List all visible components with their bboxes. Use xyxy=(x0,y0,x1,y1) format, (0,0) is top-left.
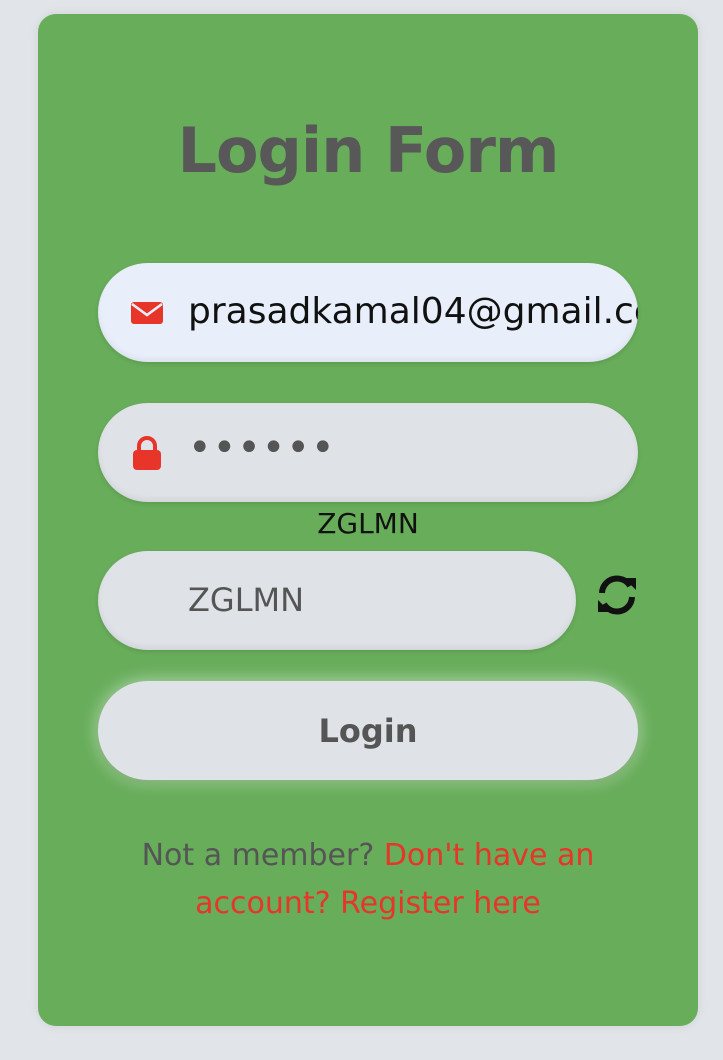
email-value: prasadkamal04@gmail.com xyxy=(188,291,638,332)
envelope-icon xyxy=(131,302,163,324)
password-field[interactable]: •••••• xyxy=(98,403,638,502)
lock-icon xyxy=(133,436,161,470)
captcha-code: ZGLMN xyxy=(317,507,419,540)
captcha-input-value: ZGLMN xyxy=(188,581,305,619)
captcha-input[interactable]: ZGLMN xyxy=(98,551,576,650)
login-card: Login Form prasadkamal04@gmail.com •••••… xyxy=(38,14,698,1026)
login-button[interactable]: Login xyxy=(98,681,638,780)
signup-prompt: Not a member? Don't have an account? Reg… xyxy=(108,832,628,928)
not-member-text: Not a member? xyxy=(141,838,375,873)
password-value: •••••• xyxy=(188,425,336,471)
refresh-icon[interactable] xyxy=(594,572,640,618)
email-field[interactable]: prasadkamal04@gmail.com xyxy=(98,263,638,362)
form-title: Login Form xyxy=(177,114,559,187)
